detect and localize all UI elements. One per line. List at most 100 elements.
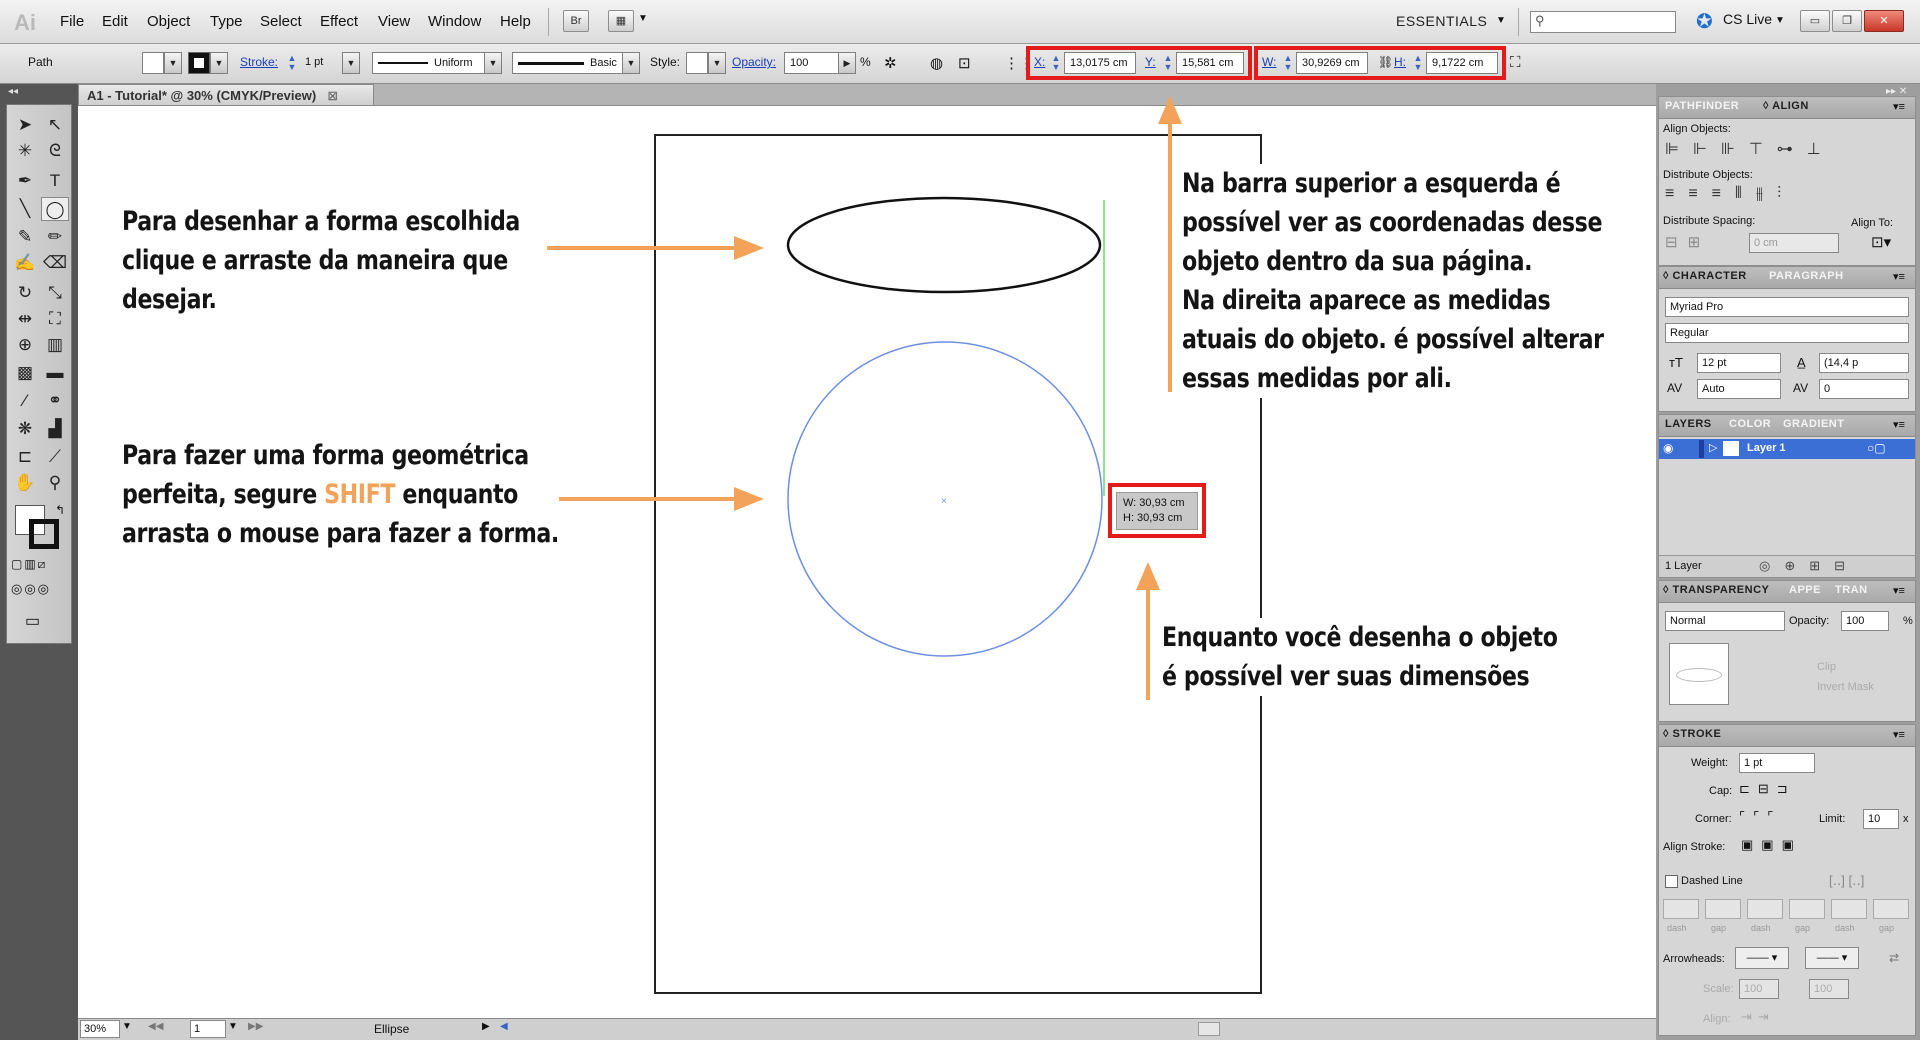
layer-row[interactable]: ◉ ▷ Layer 1 ○▢ <box>1659 439 1915 459</box>
tab-paragraph[interactable]: PARAGRAPH <box>1769 270 1844 282</box>
align-stroke-icons[interactable]: ▣▣▣ <box>1741 837 1802 853</box>
scroll-left-icon[interactable]: ◀ <box>500 1021 508 1032</box>
annotation-line: essas medidas por ali. <box>1182 363 1452 394</box>
limit-unit: x <box>1903 813 1909 825</box>
layers-panel: LAYERS COLOR GRADIENT ▾≡ ◉ ▷ Layer 1 ○▢ … <box>1658 414 1916 578</box>
circle-center-mark: × <box>941 496 947 507</box>
arrowheads-label: Arrowheads: <box>1663 953 1725 965</box>
leading-field[interactable]: (14,4 p <box>1819 353 1909 373</box>
annotation-draw-shape: Para desenhar a forma escolhida clique e… <box>122 202 520 319</box>
visibility-eye-icon[interactable]: ◉ <box>1663 441 1673 455</box>
dash-gap-fields[interactable] <box>1663 899 1913 921</box>
invert-mask-checkbox[interactable]: Invert Mask <box>1817 681 1874 693</box>
font-style-field[interactable]: Regular <box>1665 323 1909 343</box>
tab-pathfinder[interactable]: PATHFINDER <box>1665 100 1739 112</box>
panel-menu-icon[interactable]: ▾≡ <box>1893 418 1905 431</box>
tab-transparency[interactable]: ◊ TRANSPARENCY <box>1663 584 1769 596</box>
start-arrowhead-dropdown[interactable]: ―― ▾ <box>1735 947 1789 969</box>
annotation-line: atuais do objeto. é possível alterar <box>1182 324 1604 355</box>
stroke-panel-tabs: ◊ STROKE ▾≡ <box>1659 725 1915 747</box>
clip-checkbox[interactable]: Clip <box>1817 661 1836 673</box>
tab-transform[interactable]: TRAN <box>1835 584 1868 596</box>
limit-field[interactable]: 10 <box>1863 809 1899 829</box>
panel-menu-icon[interactable]: ▾≡ <box>1893 270 1905 283</box>
spacing-field[interactable]: 0 cm <box>1749 233 1839 253</box>
status-bar: 30% ▼ ◀◀ 1 ▼ ▶▶ Ellipse ▶ ◀ <box>78 1018 1656 1040</box>
tab-color[interactable]: COLOR <box>1729 418 1771 430</box>
arrow-head <box>1158 96 1182 124</box>
artboard-dropdown-icon[interactable]: ▼ <box>228 1021 238 1032</box>
scale-end-field[interactable]: 100 <box>1809 979 1849 999</box>
annotation-line: possível ver as coordenadas desse <box>1182 207 1603 238</box>
annotation-line: clique e arraste da maneira que <box>122 245 508 276</box>
distribute-spacing-label: Distribute Spacing: <box>1663 215 1756 227</box>
expand-layer-icon[interactable]: ▷ <box>1709 441 1717 454</box>
layers-panel-tabs: LAYERS COLOR GRADIENT ▾≡ <box>1659 415 1915 437</box>
stroke-panel: ◊ STROKE ▾≡ Weight: 1 pt Cap: ⊏⊟⊐ Corner… <box>1658 724 1916 1036</box>
end-arrowhead-dropdown[interactable]: ―― ▾ <box>1805 947 1859 969</box>
annotation-text: perfeita, segure <box>122 479 325 510</box>
dashed-line-label: Dashed Line <box>1681 875 1743 887</box>
annotation-line: Na barra superior a esquerda é <box>1182 168 1561 199</box>
arrow-head <box>734 236 764 260</box>
last-artboard-icon[interactable]: ▶▶ <box>248 1021 263 1032</box>
object-thumbnail <box>1669 643 1729 705</box>
distribute-objects-icons[interactable]: ≡≡≡⫴⫵⫶ <box>1665 185 1795 203</box>
annotation-line: arrasta o mouse para fazer a forma. <box>122 518 559 549</box>
annotation-line: perfeita, segure SHIFT enquanto <box>122 475 559 514</box>
panel-menu-icon[interactable]: ▾≡ <box>1893 100 1905 113</box>
annotation-line: Para desenhar a forma escolhida <box>122 206 520 237</box>
align-to-dropdown-icon[interactable]: ⊡▾ <box>1871 233 1891 251</box>
font-size-field[interactable]: 12 pt <box>1697 353 1781 373</box>
tooltip-width: W: 30,93 cm <box>1123 497 1185 509</box>
dashed-line-checkbox[interactable] <box>1665 875 1678 888</box>
limit-label: Limit: <box>1819 813 1846 825</box>
current-tool-status[interactable]: Ellipse <box>374 1022 409 1036</box>
swap-arrowheads-icon[interactable]: ⇄ <box>1889 951 1899 965</box>
annotation-perfect-shape: Para fazer uma forma geométrica perfeita… <box>122 436 559 553</box>
annotation-text: enquanto <box>395 479 518 510</box>
annotation-arrows <box>547 96 1182 700</box>
blend-mode-field[interactable]: Normal <box>1665 611 1785 631</box>
tab-align[interactable]: ◊ ALIGN <box>1763 100 1809 112</box>
layer-name[interactable]: Layer 1 <box>1747 442 1786 454</box>
tab-layers[interactable]: LAYERS <box>1665 418 1712 430</box>
panel-menu-icon[interactable]: ▾≡ <box>1893 584 1905 597</box>
align-stroke-label: Align Stroke: <box>1663 841 1726 853</box>
zoom-dropdown-icon[interactable]: ▼ <box>122 1021 132 1032</box>
leading-icon: A̲ <box>1797 355 1806 370</box>
tracking-field[interactable]: 0 <box>1819 379 1909 399</box>
layers-footer: 1 Layer ◎⊕⊞⊟ <box>1659 555 1915 577</box>
drawn-ellipse <box>786 196 1102 294</box>
corner-buttons-icons[interactable]: ⌜⌜⌜ <box>1739 809 1781 825</box>
weight-field[interactable]: 1 pt <box>1739 753 1815 773</box>
status-menu-icon[interactable]: ▶ <box>482 1021 490 1032</box>
dash-alignment-icons[interactable]: [‥] [‥] <box>1829 873 1864 889</box>
opacity-label: Opacity: <box>1789 615 1830 627</box>
tab-character[interactable]: ◊ CHARACTER <box>1663 270 1747 282</box>
annotation-line: Para fazer uma forma geométrica <box>122 440 529 471</box>
tab-stroke[interactable]: ◊ STROKE <box>1663 728 1721 740</box>
transparency-panel-tabs: ◊ TRANSPARENCY APPE TRAN ▾≡ <box>1659 581 1915 603</box>
cap-buttons-icons[interactable]: ⊏⊟⊐ <box>1739 781 1796 797</box>
panel-menu-icon[interactable]: ▾≡ <box>1893 728 1905 741</box>
cap-label: Cap: <box>1709 785 1733 797</box>
layer-color-marker <box>1699 440 1704 458</box>
scale-start-field[interactable]: 100 <box>1739 979 1779 999</box>
font-family-field[interactable]: Myriad Pro <box>1665 297 1909 317</box>
kerning-field[interactable]: Auto <box>1697 379 1781 399</box>
first-artboard-icon[interactable]: ◀◀ <box>148 1021 163 1032</box>
layers-footer-icons[interactable]: ◎⊕⊞⊟ <box>1759 558 1859 574</box>
zoom-field[interactable]: 30% <box>80 1020 120 1038</box>
tab-appearance[interactable]: APPE <box>1789 584 1821 596</box>
target-icon[interactable]: ○▢ <box>1867 441 1886 455</box>
arrow-align-icons[interactable]: ⇥⇥ <box>1741 1009 1775 1025</box>
align-objects-icons[interactable]: ⊫⊩⊪⊤⊶⊥ <box>1665 139 1835 159</box>
align-panel-tabs: PATHFINDER ◊ ALIGN ▾≡ <box>1659 97 1915 119</box>
distribute-spacing-icons[interactable]: ⊟⊞ <box>1665 233 1710 251</box>
font-size-icon: тT <box>1669 355 1683 370</box>
horizontal-scrollbar-thumb[interactable] <box>1198 1022 1220 1036</box>
opacity-field[interactable]: 100 <box>1841 611 1889 631</box>
artboard-number-field[interactable]: 1 <box>190 1020 226 1038</box>
tab-gradient[interactable]: GRADIENT <box>1783 418 1844 430</box>
